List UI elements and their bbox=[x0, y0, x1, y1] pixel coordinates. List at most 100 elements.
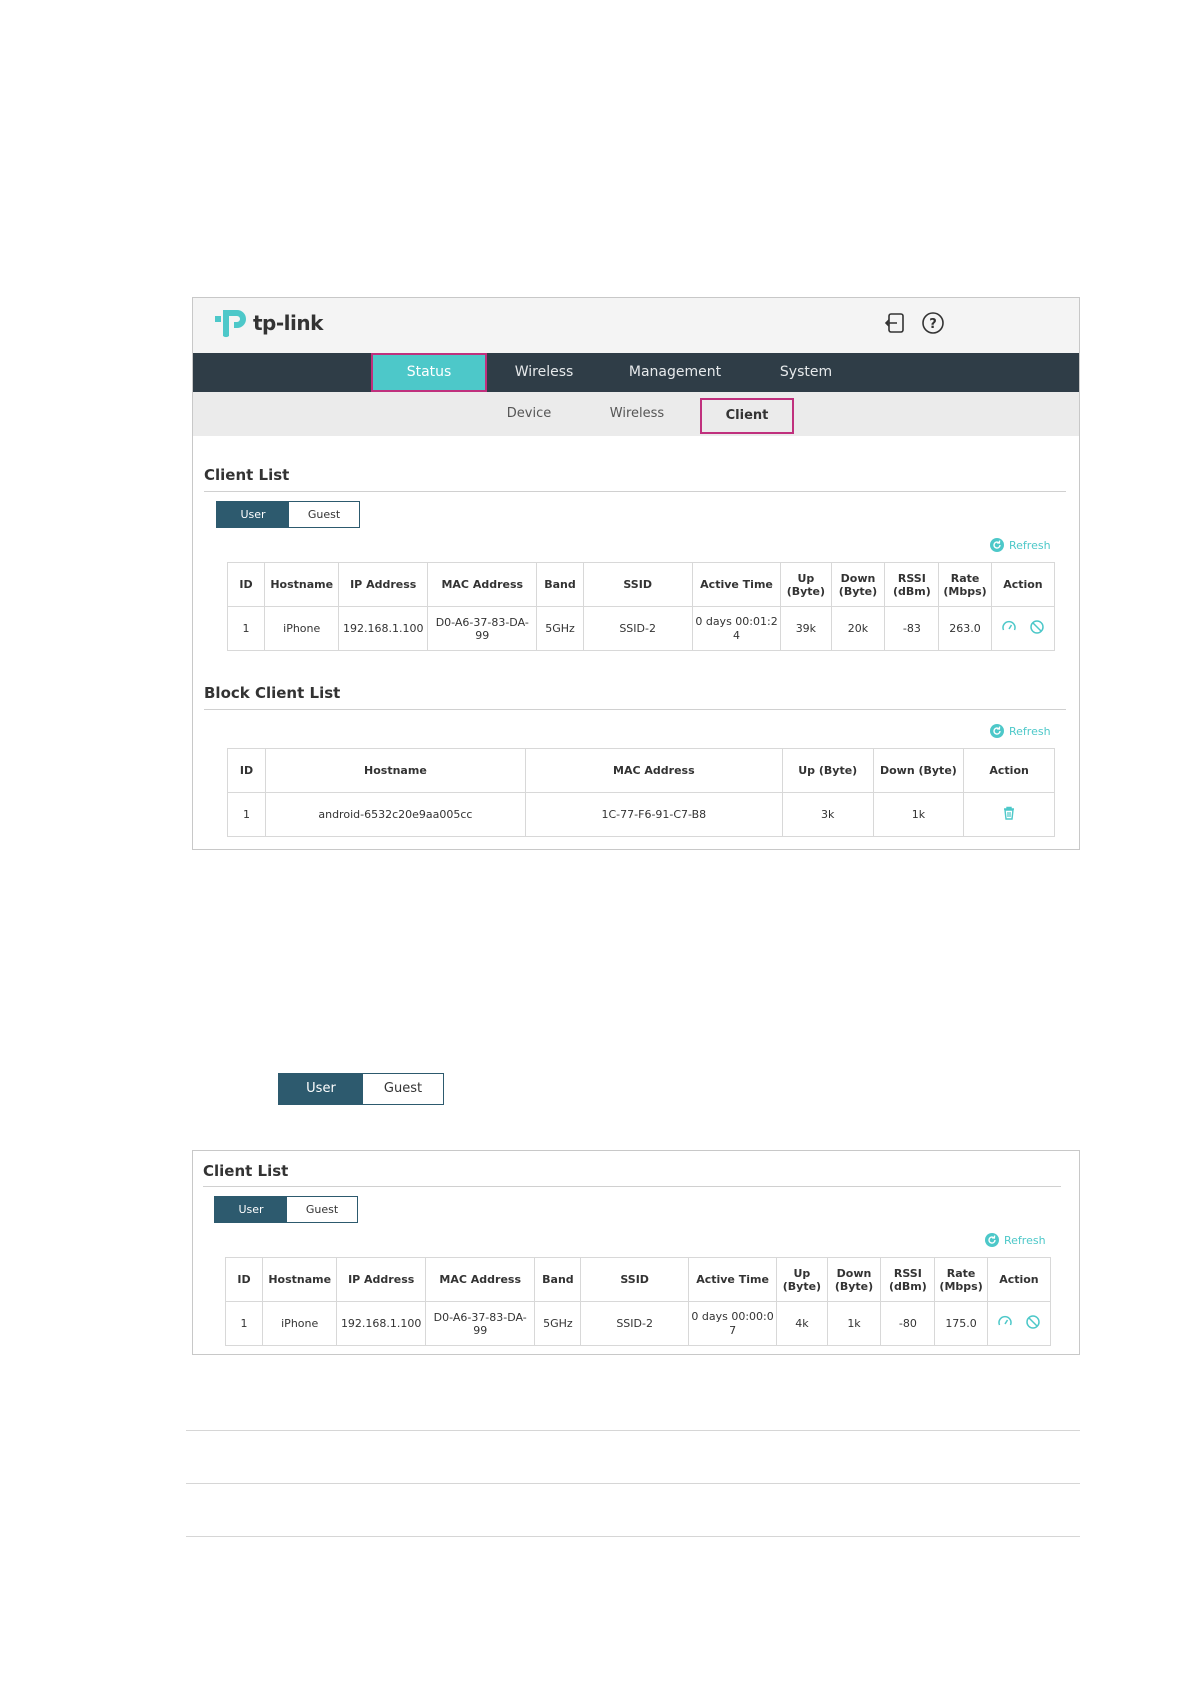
client-table: ID Hostname IP Address MAC Address Band … bbox=[226, 562, 1056, 651]
col-band: Band bbox=[534, 1257, 582, 1302]
cell-hostname: android-6532c20e9aa005cc bbox=[265, 792, 526, 837]
subnav-client[interactable]: Client bbox=[700, 398, 794, 434]
col-up: Up (Byte) bbox=[776, 1257, 828, 1302]
table-rule bbox=[186, 1430, 1080, 1431]
table-header-row: ID Hostname IP Address MAC Address Band … bbox=[224, 1257, 1052, 1302]
cell-rssi: -80 bbox=[880, 1301, 936, 1346]
nav-wireless[interactable]: Wireless bbox=[499, 353, 589, 392]
refresh-button[interactable]: Refresh bbox=[989, 723, 1051, 739]
speed-limit-icon[interactable] bbox=[1001, 619, 1017, 638]
col-action: Action bbox=[986, 1257, 1052, 1302]
col-hostname: Hostname bbox=[265, 748, 526, 793]
delete-icon[interactable] bbox=[1001, 805, 1017, 824]
guest-tab[interactable]: Guest bbox=[289, 502, 359, 527]
table-row: 1 android-6532c20e9aa005cc 1C-77-F6-91-C… bbox=[226, 792, 1055, 837]
guest-tab[interactable]: Guest bbox=[287, 1197, 357, 1222]
guest-tab[interactable]: Guest bbox=[363, 1074, 443, 1104]
cell-hostname: iPhone bbox=[264, 606, 340, 651]
refresh-label: Refresh bbox=[1009, 724, 1051, 738]
cell-action bbox=[986, 1301, 1052, 1346]
refresh-button[interactable]: Refresh bbox=[984, 1232, 1046, 1248]
col-action: Action bbox=[990, 562, 1056, 607]
col-id: ID bbox=[226, 748, 267, 793]
user-tab[interactable]: User bbox=[215, 1197, 287, 1222]
client-list-title: Client List bbox=[203, 1162, 289, 1180]
col-rate: Rate (Mbps) bbox=[934, 1257, 988, 1302]
subnav-device[interactable]: Device bbox=[489, 392, 569, 436]
cell-band: 5GHz bbox=[536, 606, 584, 651]
user-tab[interactable]: User bbox=[217, 502, 289, 527]
help-icon[interactable]: ? bbox=[920, 310, 946, 336]
col-mac: MAC Address bbox=[427, 562, 538, 607]
col-ip: IP Address bbox=[336, 1257, 427, 1302]
svg-text:?: ? bbox=[929, 317, 937, 332]
cell-up: 39k bbox=[780, 606, 832, 651]
block-icon[interactable] bbox=[1025, 1314, 1041, 1333]
col-down: Down (Byte) bbox=[872, 748, 965, 793]
subnav-wireless[interactable]: Wireless bbox=[597, 392, 677, 436]
block-icon[interactable] bbox=[1029, 619, 1045, 638]
cell-mac: D0-A6-37-83-DA-99 bbox=[427, 606, 538, 651]
speed-limit-icon[interactable] bbox=[997, 1314, 1013, 1333]
cell-up: 4k bbox=[776, 1301, 828, 1346]
refresh-icon bbox=[985, 1233, 999, 1247]
cell-rate: 175.0 bbox=[934, 1301, 988, 1346]
col-mac: MAC Address bbox=[425, 1257, 536, 1302]
refresh-icon bbox=[990, 538, 1004, 552]
col-id: ID bbox=[224, 1257, 264, 1302]
sub-nav: Device Wireless Client bbox=[193, 392, 1079, 436]
tp-link-logo: tp-link bbox=[211, 304, 323, 342]
cell-down: 20k bbox=[830, 606, 886, 651]
cell-up: 3k bbox=[781, 792, 874, 837]
cell-hostname: iPhone bbox=[262, 1301, 338, 1346]
cell-id: 1 bbox=[224, 1301, 264, 1346]
cell-action bbox=[963, 792, 1055, 837]
table-row: 1 iPhone 192.168.1.100 D0-A6-37-83-DA-99… bbox=[224, 1301, 1052, 1346]
nav-system[interactable]: System bbox=[761, 353, 851, 392]
col-active-time: Active Time bbox=[691, 562, 782, 607]
nav-status[interactable]: Status bbox=[371, 353, 487, 392]
refresh-label: Refresh bbox=[1009, 538, 1051, 552]
router-admin-screenshot: tp-link ? Status Wireless Management Sys… bbox=[192, 297, 1080, 850]
block-client-list-title: Block Client List bbox=[204, 684, 341, 702]
cell-rssi: -83 bbox=[884, 606, 940, 651]
refresh-label: Refresh bbox=[1004, 1233, 1046, 1247]
cell-mac: 1C-77-F6-91-C7-B8 bbox=[524, 792, 783, 837]
cell-active-time: 0 days 00:00:07 bbox=[687, 1301, 778, 1346]
divider bbox=[203, 1186, 1061, 1187]
col-id: ID bbox=[226, 562, 266, 607]
col-mac: MAC Address bbox=[524, 748, 783, 793]
cell-active-time: 0 days 00:01:24 bbox=[691, 606, 782, 651]
col-active-time: Active Time bbox=[687, 1257, 778, 1302]
col-hostname: Hostname bbox=[264, 562, 340, 607]
cell-id: 1 bbox=[226, 606, 266, 651]
col-rssi: RSSI (dBm) bbox=[884, 562, 940, 607]
cell-band: 5GHz bbox=[534, 1301, 582, 1346]
col-ssid: SSID bbox=[580, 1257, 689, 1302]
cell-down: 1k bbox=[826, 1301, 882, 1346]
cell-rate: 263.0 bbox=[938, 606, 992, 651]
top-bar: tp-link ? bbox=[193, 298, 1079, 353]
cell-ssid: SSID-2 bbox=[580, 1301, 689, 1346]
user-guest-toggle-large: User Guest bbox=[278, 1073, 444, 1105]
divider bbox=[204, 709, 1066, 710]
refresh-button[interactable]: Refresh bbox=[989, 537, 1051, 553]
user-guest-toggle: User Guest bbox=[214, 1196, 358, 1223]
col-band: Band bbox=[536, 562, 584, 607]
col-up: Up (Byte) bbox=[780, 562, 832, 607]
cell-ssid: SSID-2 bbox=[582, 606, 693, 651]
table-row: 1 iPhone 192.168.1.100 D0-A6-37-83-DA-99… bbox=[226, 606, 1056, 651]
logout-icon[interactable] bbox=[882, 310, 908, 336]
main-nav: Status Wireless Management System bbox=[193, 353, 1079, 392]
col-rssi: RSSI (dBm) bbox=[880, 1257, 936, 1302]
block-client-table: ID Hostname MAC Address Up (Byte) Down (… bbox=[226, 748, 1055, 837]
guest-client-list-screenshot: Client List User Guest Refresh ID Hostna… bbox=[192, 1150, 1080, 1355]
col-action: Action bbox=[963, 748, 1055, 793]
tp-link-logo-icon bbox=[215, 310, 246, 337]
table-header-row: ID Hostname MAC Address Up (Byte) Down (… bbox=[226, 748, 1055, 793]
cell-ip: 192.168.1.100 bbox=[336, 1301, 427, 1346]
nav-management[interactable]: Management bbox=[613, 353, 737, 392]
user-guest-toggle: User Guest bbox=[216, 501, 360, 528]
user-tab[interactable]: User bbox=[279, 1074, 363, 1104]
cell-action bbox=[990, 606, 1056, 651]
